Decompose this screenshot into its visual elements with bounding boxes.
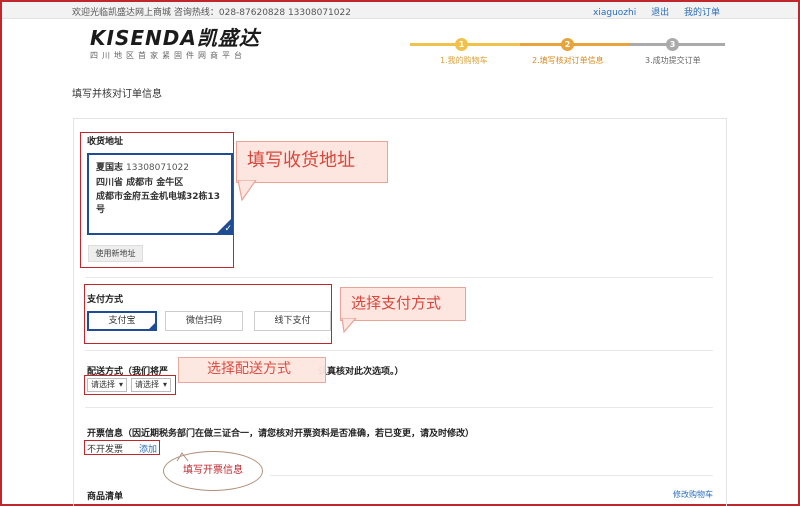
address-callout: 填写收货地址	[236, 141, 388, 183]
pay-alipay-button[interactable]: 支付宝	[87, 311, 157, 331]
step-3-dot: 3	[666, 38, 679, 51]
step-1-dot: 1	[455, 38, 468, 51]
step-2-label: 2.填写核对订单信息	[532, 56, 604, 65]
invoice-value: 不开发票	[87, 445, 124, 455]
selected-check-icon	[215, 217, 233, 237]
payment-callout: 选择支付方式	[340, 287, 466, 321]
page-title: 填写并核对订单信息	[72, 89, 162, 100]
logo-subtitle: 四川地区首家紧固件网商平台	[90, 51, 246, 60]
delivery-heading-tail: 认真核对此次选项。）	[318, 364, 404, 377]
username-link[interactable]: xiaguozhi	[593, 8, 636, 18]
address-callout-tail	[237, 180, 257, 202]
separator-3	[85, 407, 713, 408]
delivery-select-2-value: 请选择	[135, 380, 159, 389]
goods-heading: 商品清单	[87, 492, 124, 502]
checkout-steps: 1 2 3 1.我的购物车 2.填写核对订单信息 3.成功提交订单	[410, 36, 725, 76]
site-logo[interactable]: KISENDA凯盛达 四川地区首家紧固件网商平台	[90, 22, 260, 61]
step-1-label: 1.我的购物车	[440, 56, 488, 65]
invoice-add-link[interactable]: 添加	[139, 442, 157, 455]
address-line-1: 四川省 成都市 金牛区	[96, 178, 184, 188]
delivery-heading-end: 认真核对此次选项。）	[318, 367, 404, 377]
recipient-phone: 13308071022	[126, 163, 190, 173]
step-3-label: 3.成功提交订单	[645, 56, 701, 65]
separator-1	[85, 277, 713, 278]
top-bar: 欢迎光临凯盛达网上商城 咨询热线：028-87620828 1330807102…	[2, 2, 798, 19]
pay-offline-button[interactable]: 线下支付	[254, 311, 331, 331]
delivery-callout: 选择配送方式	[178, 357, 326, 383]
logout-link[interactable]: 退出	[651, 8, 669, 18]
address-card[interactable]: 夏国志 13308071022 四川省 成都市 金牛区 成都市金府五金机电城32栋…	[87, 153, 233, 237]
delivery-select-1-value: 请选择	[91, 380, 115, 389]
separator-4	[270, 475, 713, 476]
payment-heading: 支付方式	[87, 295, 124, 305]
step-2-dot: 2	[561, 38, 574, 51]
dropdown-arrow-icon: ▾	[118, 380, 123, 389]
address-line-2: 成都市金府五金机电城32栋13号	[96, 192, 221, 215]
invoice-callout: 填写开票信息	[163, 451, 263, 491]
top-links: xiaguozhi 退出 我的订单	[581, 5, 720, 18]
modify-cart-link[interactable]: 修改购物车	[673, 489, 713, 500]
welcome-text: 欢迎光临凯盛达网上商城 咨询热线：028-87620828 1330807102…	[72, 8, 351, 18]
payment-callout-tail	[341, 318, 357, 334]
step-line-2	[520, 43, 630, 46]
separator-2	[85, 350, 713, 351]
dropdown-arrow-icon: ▾	[162, 380, 167, 389]
new-address-button[interactable]: 使用新地址	[88, 245, 143, 262]
invoice-heading: 开票信息（因近期税务部门在做三证合一，请您核对开票资料是否准确，若已变更，请及时…	[87, 429, 475, 439]
logo-text: KISENDA凯盛达	[90, 26, 260, 50]
invoice-callout-text: 填写开票信息	[183, 465, 243, 476]
my-orders-link[interactable]: 我的订单	[684, 8, 720, 18]
delivery-select-1[interactable]: 请选择 ▾	[87, 378, 127, 392]
payment-callout-text: 选择支付方式	[351, 294, 442, 312]
address-heading: 收货地址	[87, 137, 124, 147]
delivery-select-2[interactable]: 请选择 ▾	[131, 378, 171, 392]
address-callout-text: 填写收货地址	[247, 150, 355, 171]
pay-wechat-button[interactable]: 微信扫码	[165, 311, 243, 331]
recipient-name: 夏国志	[96, 163, 124, 173]
delivery-callout-text: 选择配送方式	[207, 361, 291, 377]
